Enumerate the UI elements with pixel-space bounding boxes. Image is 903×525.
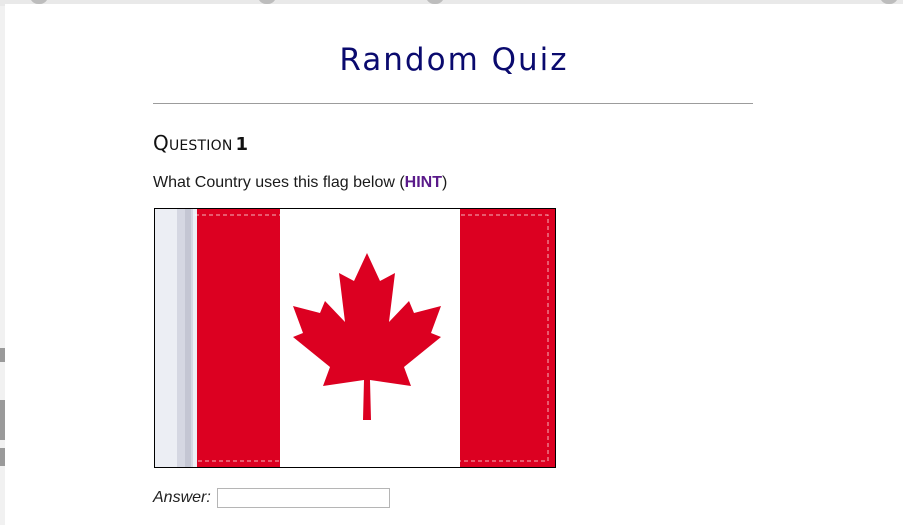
answer-row: Answer: — [153, 488, 390, 508]
page-title: Random Quiz — [339, 42, 569, 78]
question-prompt: What Country uses this flag below (HINT) — [153, 174, 447, 192]
flag-image — [154, 208, 556, 468]
hint-link[interactable]: HINT — [405, 174, 442, 191]
prompt-text-end: ) — [442, 174, 448, 191]
prompt-text: What Country uses this flag below ( — [153, 174, 405, 191]
canada-flag-image — [155, 209, 555, 467]
question-heading-label: Question — [153, 131, 233, 155]
answer-label: Answer: — [153, 489, 211, 506]
answer-input[interactable] — [216, 488, 390, 508]
quiz-page: Random Quiz Question 1 What Country uses … — [5, 4, 903, 525]
question-heading: Question 1 — [153, 131, 248, 155]
question-number: 1 — [235, 134, 249, 155]
title-divider — [153, 103, 753, 104]
